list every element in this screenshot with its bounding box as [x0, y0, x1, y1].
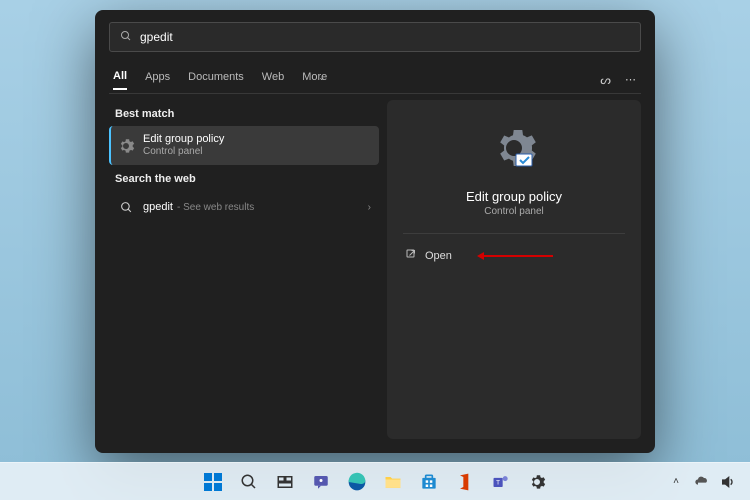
svg-text:T: T [496, 479, 500, 486]
search-box[interactable] [109, 22, 641, 52]
filter-tabs: All Apps Documents Web More ⌄ ᔕ ⋯ [109, 66, 641, 94]
web-result-suffix: - See web results [177, 202, 254, 214]
start-button[interactable] [198, 467, 228, 497]
chat-button[interactable] [306, 467, 336, 497]
preview-title: Edit group policy [466, 189, 562, 204]
tab-web[interactable]: Web [262, 71, 284, 89]
search-input[interactable] [140, 30, 630, 44]
best-match-label: Best match [109, 100, 379, 126]
edge-button[interactable] [342, 467, 372, 497]
tab-apps[interactable]: Apps [145, 71, 170, 89]
taskbar: T ˄ [0, 462, 750, 500]
search-icon [117, 198, 135, 216]
open-icon [405, 248, 417, 263]
search-web-label: Search the web [109, 165, 379, 191]
more-options-icon[interactable]: ⋯ [625, 73, 637, 86]
web-result-query: gpedit [143, 201, 173, 214]
explorer-button[interactable] [378, 467, 408, 497]
store-button[interactable] [414, 467, 444, 497]
preview-app-icon [490, 126, 538, 179]
tab-all[interactable]: All [113, 70, 127, 90]
teams-button[interactable]: T [486, 467, 516, 497]
annotation-arrow [483, 255, 553, 257]
taskbar-search-button[interactable] [234, 467, 264, 497]
result-edit-group-policy[interactable]: Edit group policy Control panel [109, 126, 379, 165]
task-view-button[interactable] [270, 467, 300, 497]
system-tray[interactable]: ˄ [668, 474, 750, 490]
start-search-window: All Apps Documents Web More ⌄ ᔕ ⋯ Best m… [95, 10, 655, 453]
chevron-right-icon: › [368, 202, 371, 213]
result-web-gpedit[interactable]: gpedit - See web results › [109, 191, 379, 223]
search-icon [120, 30, 132, 45]
preview-pane: Edit group policy Control panel Open [387, 100, 641, 439]
taskbar-center: T [198, 467, 552, 497]
result-subtitle: Control panel [143, 146, 224, 158]
chevron-down-icon: ⌄ [318, 73, 325, 82]
sync-icon[interactable]: ᔕ [600, 73, 611, 87]
office-button[interactable] [450, 467, 480, 497]
tray-chevron-icon[interactable]: ˄ [668, 474, 684, 490]
volume-icon[interactable] [720, 474, 736, 490]
preview-subtitle: Control panel [484, 206, 543, 217]
tab-documents[interactable]: Documents [188, 71, 244, 89]
open-label: Open [425, 250, 452, 262]
settings-button[interactable] [522, 467, 552, 497]
gear-icon [117, 137, 135, 155]
open-action[interactable]: Open [403, 242, 625, 269]
onedrive-icon[interactable] [694, 474, 710, 490]
result-title: Edit group policy [143, 133, 224, 146]
divider [403, 233, 625, 234]
tab-more[interactable]: More ⌄ [302, 71, 327, 89]
results-pane: Best match Edit group policy Control pan… [109, 100, 379, 439]
